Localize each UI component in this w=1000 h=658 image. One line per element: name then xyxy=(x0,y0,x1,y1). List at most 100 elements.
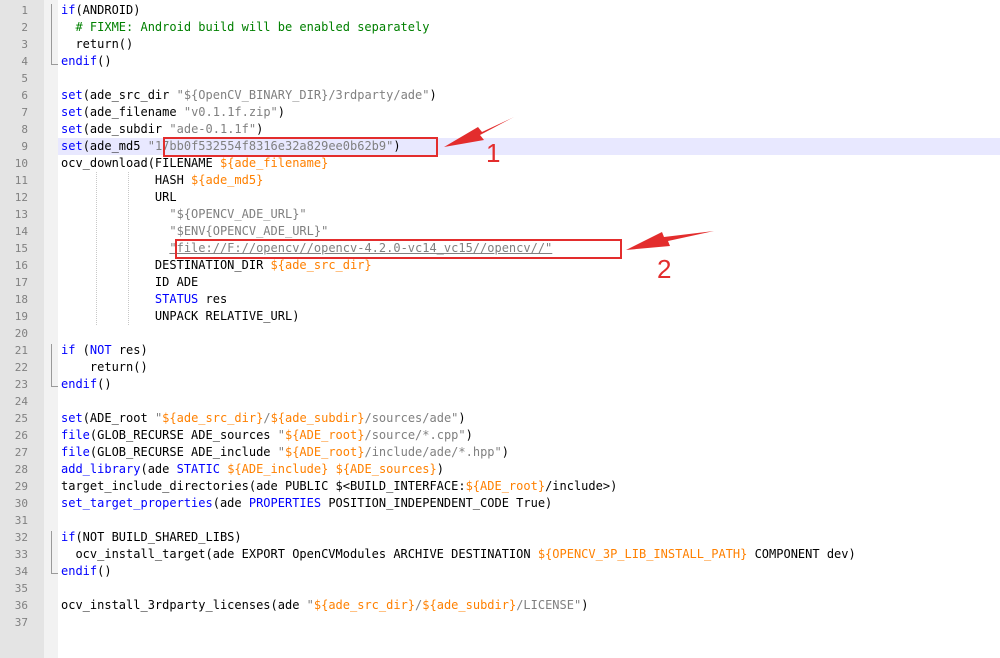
code-token: endif xyxy=(61,54,98,68)
code-text: URL xyxy=(61,189,177,206)
code-token: NOT xyxy=(89,343,112,357)
code-token: /LICENSE" xyxy=(516,598,582,612)
code-line[interactable]: 37 xyxy=(0,614,1000,631)
code-text: target_include_directories(ade PUBLIC $<… xyxy=(61,478,617,495)
code-line[interactable]: 30 set_target_properties(ade PROPERTIES P… xyxy=(0,495,1000,512)
code-token: ) xyxy=(581,598,589,612)
code-line[interactable]: 3 return() xyxy=(0,36,1000,53)
code-line[interactable]: 34 endif() xyxy=(0,563,1000,580)
code-line[interactable]: 35 xyxy=(0,580,1000,597)
code-token: ${ade_subdir} xyxy=(270,411,365,425)
line-number: 37 xyxy=(14,616,28,629)
line-number: 28 xyxy=(14,463,28,476)
code-line[interactable]: 17 ID ADE xyxy=(0,274,1000,291)
line-number: 36 xyxy=(14,599,28,612)
code-token: "$ENV{OPENCV_ADE_URL}" xyxy=(169,224,329,238)
code-text: # FIXME: Android build will be enabled s… xyxy=(61,19,429,36)
line-number: 31 xyxy=(14,514,28,527)
code-token: "v0.1.1f.zip" xyxy=(183,105,278,119)
code-line[interactable]: 19 UNPACK RELATIVE_URL) xyxy=(0,308,1000,325)
code-line[interactable]: 25 set(ADE_root "${ade_src_dir}/${ade_sub… xyxy=(0,410,1000,427)
line-number: 2 xyxy=(21,21,28,34)
code-line[interactable]: 2 # FIXME: Android build will be enabled… xyxy=(0,19,1000,36)
code-line[interactable]: 21 if (NOT res) xyxy=(0,342,1000,359)
code-token: ) xyxy=(429,88,437,102)
code-line[interactable]: 11 HASH ${ade_md5} xyxy=(0,172,1000,189)
line-number: 18 xyxy=(14,293,28,306)
line-number: 11 xyxy=(14,174,28,187)
code-token: set xyxy=(61,139,83,153)
code-line[interactable]: 16 DESTINATION_DIR ${ade_src_dir} xyxy=(0,257,1000,274)
code-token: STATUS xyxy=(154,292,199,306)
code-token: COMPONENT dev) xyxy=(747,547,856,561)
code-token: /include>) xyxy=(545,479,618,493)
code-line[interactable]: 26 file(GLOB_RECURSE ADE_sources "${ADE_r… xyxy=(0,427,1000,444)
code-text: ocv_install_target(ade EXPORT OpenCVModu… xyxy=(61,546,856,563)
code-line[interactable]: 13 "${OPENCV_ADE_URL}" xyxy=(0,206,1000,223)
code-token: " xyxy=(277,428,285,442)
code-line[interactable]: 23 endif() xyxy=(0,376,1000,393)
code-token: if xyxy=(61,343,76,357)
code-token: (ade xyxy=(212,496,249,510)
code-token: file xyxy=(61,428,90,442)
code-token: (GLOB_RECURSE ADE_include xyxy=(89,445,278,459)
code-token: (ade_md5 xyxy=(82,139,148,153)
line-number: 30 xyxy=(14,497,28,510)
code-token: set xyxy=(61,105,83,119)
code-text: if (NOT res) xyxy=(61,342,148,359)
code-line[interactable]: 31 xyxy=(0,512,1000,529)
code-line[interactable]: 36 ocv_install_3rdparty_licenses(ade "${a… xyxy=(0,597,1000,614)
code-line[interactable]: 12 URL xyxy=(0,189,1000,206)
code-text: set(ade_subdir "ade-0.1.1f") xyxy=(61,121,263,138)
code-line[interactable]: 22 return() xyxy=(0,359,1000,376)
code-line[interactable]: 33 ocv_install_target(ade EXPORT OpenCVM… xyxy=(0,546,1000,563)
code-line[interactable]: 1 if(ANDROID) xyxy=(0,2,1000,19)
code-token: ocv_download(FILENAME xyxy=(61,156,220,170)
line-number: 22 xyxy=(14,361,28,374)
code-line[interactable]: 20 xyxy=(0,325,1000,342)
code-line[interactable]: 29 target_include_directories(ade PUBLIC … xyxy=(0,478,1000,495)
code-token: ) xyxy=(465,428,473,442)
code-token: ) xyxy=(256,122,264,136)
annotation-marker-2: 2 xyxy=(657,254,672,284)
line-number: 8 xyxy=(21,123,28,136)
code-token: (ade_src_dir xyxy=(82,88,177,102)
code-line[interactable]: 6 set(ade_src_dir "${OpenCV_BINARY_DIR}/3… xyxy=(0,87,1000,104)
code-text: if(ANDROID) xyxy=(61,2,140,19)
code-line[interactable]: 4 endif() xyxy=(0,53,1000,70)
line-number: 3 xyxy=(21,38,28,51)
code-line[interactable]: 8 set(ade_subdir "ade-0.1.1f") xyxy=(0,121,1000,138)
code-line[interactable]: 14 "$ENV{OPENCV_ADE_URL}" xyxy=(0,223,1000,240)
code-token: endif xyxy=(61,377,98,391)
code-line[interactable]: 28 add_library(ade STATIC ${ADE_include} … xyxy=(0,461,1000,478)
code-line[interactable]: 5 xyxy=(0,70,1000,87)
line-number: 29 xyxy=(14,480,28,493)
code-token: (ade_filename xyxy=(82,105,184,119)
code-token: res xyxy=(198,292,228,306)
code-token: /sources/ade" xyxy=(364,411,459,425)
code-line[interactable]: 18 STATUS res xyxy=(0,291,1000,308)
code-line[interactable]: 32 if(NOT BUILD_SHARED_LIBS) xyxy=(0,529,1000,546)
code-token: () xyxy=(97,54,112,68)
code-text: add_library(ade STATIC ${ADE_include} ${… xyxy=(61,461,444,478)
code-text: set_target_properties(ade PROPERTIES POS… xyxy=(61,495,552,512)
code-line[interactable]: 7 set(ade_filename "v0.1.1f.zip") xyxy=(0,104,1000,121)
code-token: PROPERTIES xyxy=(248,496,322,510)
line-number: 9 xyxy=(21,140,28,153)
code-text: file(GLOB_RECURSE ADE_sources "${ADE_roo… xyxy=(61,427,473,444)
code-token: () xyxy=(97,564,112,578)
code-token: if xyxy=(61,3,76,17)
code-token: "${OPENCV_ADE_URL}" xyxy=(169,207,307,221)
line-number: 25 xyxy=(14,412,28,425)
line-number: 5 xyxy=(21,72,28,85)
code-token: return() xyxy=(61,37,134,51)
line-number: 20 xyxy=(14,327,28,340)
code-line[interactable]: 24 xyxy=(0,393,1000,410)
line-number: 13 xyxy=(14,208,28,221)
code-token: " xyxy=(277,445,285,459)
code-text: DESTINATION_DIR ${ade_src_dir} xyxy=(61,257,372,274)
code-line[interactable]: 27 file(GLOB_RECURSE ADE_include "${ADE_r… xyxy=(0,444,1000,461)
